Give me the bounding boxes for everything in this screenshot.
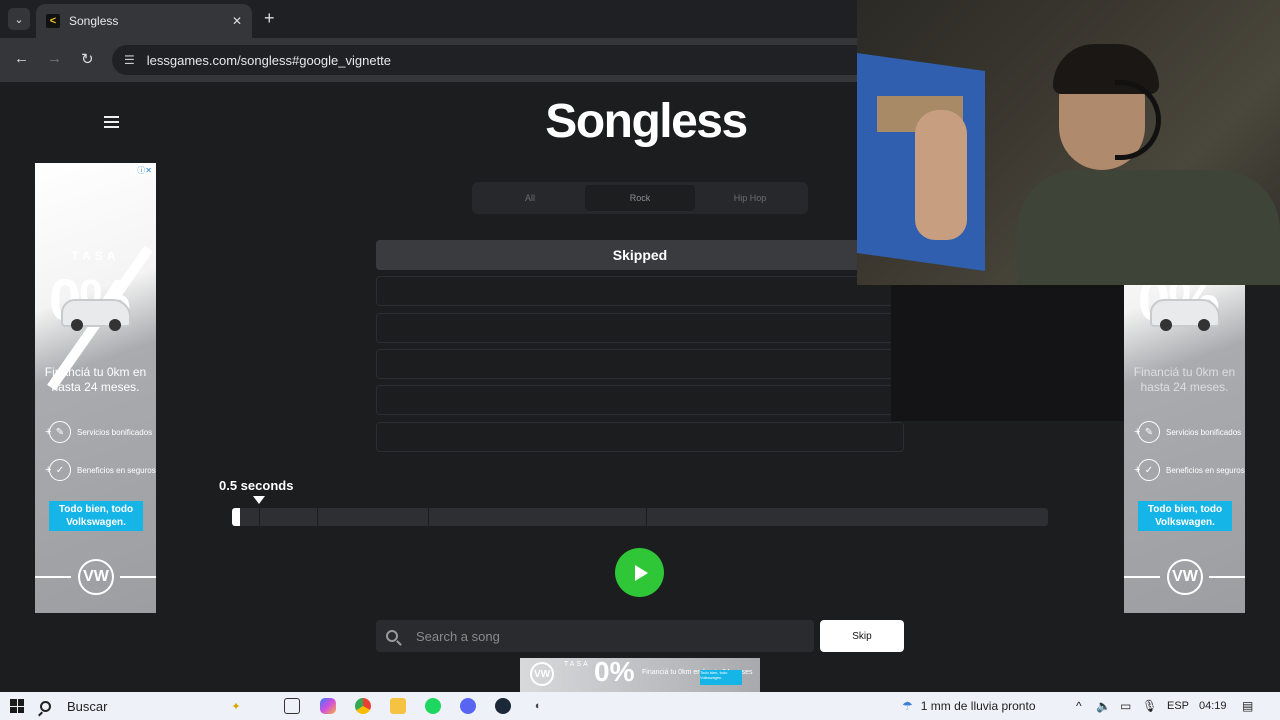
guess-slot — [376, 349, 904, 379]
clock[interactable]: 04:19 — [1199, 692, 1227, 720]
clip-length-label: 0.5 seconds — [219, 478, 294, 493]
ad-headline: Financiá tu 0km en hasta 24 meses. — [44, 365, 147, 394]
song-search-box — [376, 620, 814, 652]
site-info-icon[interactable]: ☰ — [124, 53, 135, 67]
ad-divider — [120, 576, 156, 578]
tab-title: Songless — [69, 14, 119, 28]
rain-cloud-icon: ☂ — [902, 699, 913, 713]
genre-tab-rock[interactable]: Rock — [585, 185, 695, 211]
person-shirt — [1017, 170, 1280, 285]
volume-icon[interactable]: 🔈 — [1096, 692, 1111, 720]
ad-headline: Financiá tu 0km en hasta 24 meses. — [1133, 365, 1236, 394]
windows-taskbar: Buscar ✦ ◖ ☂ 1 mm de lluvia pronto ^ 🔈 ▭… — [0, 692, 1280, 720]
shield-icon: ✓ — [1138, 459, 1160, 481]
ad-cta[interactable]: Todo bien, todo Volkswagen. — [49, 501, 143, 531]
ad-cta[interactable]: Todo bien, todo Volkswagen. — [1138, 501, 1232, 531]
ad-choices-icon[interactable]: ⓘ✕ — [135, 165, 154, 176]
ad-banner-right[interactable]: 0% Financiá tu 0km en hasta 24 meses. +✎… — [1124, 285, 1245, 613]
shield-icon: ✓ — [49, 459, 71, 481]
ad-tasa-label: TASA — [71, 249, 120, 263]
position-marker-icon — [253, 496, 265, 504]
steam-icon[interactable] — [495, 698, 511, 714]
battery-icon[interactable]: ▭ — [1120, 692, 1131, 720]
spotify-icon[interactable] — [425, 698, 441, 714]
new-tab-button[interactable]: + — [264, 8, 275, 29]
wrench-icon: ✎ — [1138, 421, 1160, 443]
taskbar-search[interactable]: Buscar — [40, 692, 107, 720]
skip-button[interactable]: Skip — [820, 620, 904, 652]
tab-search-button[interactable]: ⌄ — [8, 8, 30, 30]
ad-banner-left[interactable]: ⓘ✕ TASA 0% Financiá tu 0km en hasta 24 m… — [35, 163, 156, 613]
vw-logo-icon: VW — [78, 559, 114, 595]
wrench-icon: ✎ — [49, 421, 71, 443]
favicon-icon: < — [46, 14, 60, 28]
timeline-progress — [232, 508, 241, 526]
vw-logo-icon: VW — [530, 662, 554, 686]
language-indicator[interactable]: ESP — [1167, 692, 1189, 720]
weather-text: 1 mm de lluvia pronto — [920, 699, 1036, 713]
tray-overflow-icon[interactable]: ^ — [1076, 692, 1082, 720]
timeline-segment-divider — [428, 508, 429, 526]
timeline-segment-divider — [317, 508, 318, 526]
play-icon — [635, 564, 648, 581]
genre-tab-hip-hop[interactable]: Hip Hop — [695, 185, 805, 211]
start-button[interactable] — [10, 699, 24, 713]
car-image — [61, 299, 131, 331]
reload-button[interactable]: ↻ — [81, 50, 94, 68]
url-text: lessgames.com/songless#google_vignette — [146, 52, 392, 68]
menu-icon[interactable] — [104, 116, 119, 131]
ad-divider — [35, 576, 71, 578]
app-icon[interactable]: ◖ — [529, 698, 545, 714]
song-search-input[interactable] — [416, 628, 796, 644]
guess-slot-skipped: Skipped — [376, 240, 904, 270]
forward-button[interactable]: → — [47, 50, 62, 67]
timeline-segment-divider — [259, 508, 260, 526]
close-tab-icon[interactable]: ✕ — [232, 14, 242, 28]
play-button[interactable] — [615, 548, 664, 597]
search-icon — [40, 700, 51, 712]
guess-slot — [376, 422, 904, 452]
task-view-icon[interactable] — [284, 698, 300, 714]
file-explorer-icon[interactable] — [390, 698, 406, 714]
dark-overlay-region — [891, 285, 1124, 421]
ad-percent: 0% — [594, 656, 635, 687]
guess-slot — [376, 276, 904, 306]
guess-slot — [376, 385, 904, 415]
genre-selector: All Rock Hip Hop — [472, 182, 808, 214]
ad-divider — [1124, 576, 1160, 578]
browser-tab[interactable]: < Songless ✕ — [36, 4, 252, 38]
timeline-segment-divider — [646, 508, 647, 526]
chrome-icon[interactable] — [355, 698, 371, 714]
vw-logo-icon: VW — [1167, 559, 1203, 595]
ad-feature-services: + ✎ Servicios bonificados — [45, 421, 152, 443]
ad-tasa-label: TASA — [564, 661, 590, 668]
microphone-icon[interactable]: 🎙 — [1142, 692, 1157, 720]
audio-timeline[interactable] — [232, 508, 1048, 526]
weather-widget[interactable]: ☂ 1 mm de lluvia pronto — [902, 692, 1036, 720]
genre-tab-all[interactable]: All — [475, 185, 585, 211]
notifications-icon[interactable]: ▤ — [1242, 692, 1253, 720]
search-icon — [386, 630, 398, 642]
app-logo: Songless — [545, 95, 748, 148]
ad-feature-services: + ✎ Servicios bonificados — [1134, 421, 1241, 443]
taskbar-search-label: Buscar — [67, 698, 108, 714]
ad-divider — [1209, 576, 1245, 578]
copilot-sparkle-icon[interactable]: ✦ — [228, 698, 244, 714]
person-hand — [915, 110, 967, 240]
webcam-overlay — [857, 0, 1280, 285]
copilot-app-icon[interactable] — [320, 698, 336, 714]
ad-feature-insurance: + ✓ Beneficios en seguros — [45, 459, 156, 481]
ad-banner-bottom[interactable]: VW TASA 0% Financiá tu 0km en hasta 24 m… — [520, 656, 760, 692]
ad-cta[interactable]: Todo bien, todo Volkswagen. — [700, 670, 742, 685]
guess-slot — [376, 313, 904, 343]
ad-feature-insurance: + ✓ Beneficios en seguros — [1134, 459, 1245, 481]
car-image — [1150, 299, 1220, 331]
omnibox[interactable]: ☰ lessgames.com/songless#google_vignette — [112, 45, 872, 75]
back-button[interactable]: ← — [14, 50, 29, 67]
discord-icon[interactable] — [460, 698, 476, 714]
